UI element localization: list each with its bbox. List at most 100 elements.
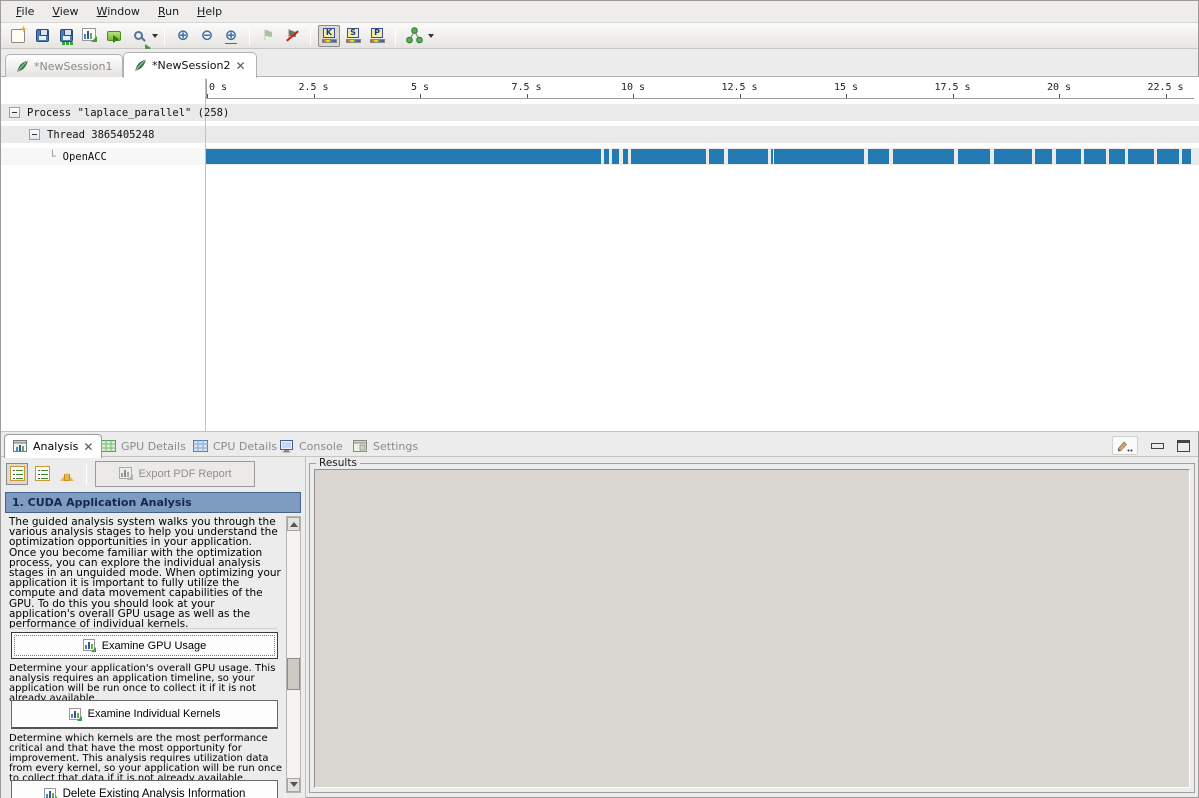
- menu-run[interactable]: Run: [149, 2, 188, 21]
- openacc-activity-segment[interactable]: [1056, 149, 1081, 164]
- save-all-button[interactable]: [55, 25, 77, 47]
- kernel-colormap-button[interactable]: K: [318, 25, 340, 47]
- session-tab-label: *NewSession1: [34, 60, 112, 73]
- ruler-tick-label: 5 s: [411, 82, 429, 93]
- tab-label: Console: [299, 440, 343, 453]
- export-pdf-button[interactable]: Export PDF Report: [95, 461, 255, 487]
- delete-analysis-label: Delete Existing Analysis Information: [63, 788, 246, 798]
- menu-file[interactable]: File: [7, 2, 43, 21]
- resume-button[interactable]: [103, 25, 125, 47]
- ruler-tick-mark: [1059, 94, 1060, 98]
- mark-timeline-button[interactable]: ⚑: [257, 25, 279, 47]
- save-icon: [36, 29, 49, 42]
- minimize-icon[interactable]: [1151, 443, 1164, 449]
- zoom-source-button[interactable]: [127, 25, 149, 47]
- unguided-analysis-button[interactable]: [31, 463, 53, 485]
- openacc-activity-segment[interactable]: [1109, 149, 1125, 164]
- collapse-icon[interactable]: [9, 107, 20, 118]
- openacc-activity-segment[interactable]: [1084, 149, 1106, 164]
- tree-label: Process "laplace_parallel" (258): [27, 107, 229, 119]
- openacc-activity-segment[interactable]: [1157, 149, 1179, 164]
- analysis-scrollbar[interactable]: [286, 516, 301, 793]
- openacc-activity-segment[interactable]: [623, 149, 628, 164]
- save-all-icon: [60, 29, 73, 42]
- export-pdf-label: Export PDF Report: [139, 468, 232, 480]
- back-up-button[interactable]: [56, 463, 78, 485]
- zoom-in-button[interactable]: ⊕: [172, 25, 194, 47]
- ruler-tick-mark: [846, 94, 847, 98]
- stream-colormap-icon: S: [345, 28, 362, 44]
- openacc-activity-segment[interactable]: [958, 149, 990, 164]
- openacc-activity-segment[interactable]: [1182, 149, 1191, 164]
- examine-gpu-usage-button[interactable]: Examine GPU Usage: [11, 632, 278, 659]
- openacc-activity-segment[interactable]: [709, 149, 724, 164]
- examine-kernels-button[interactable]: Examine Individual Kernels: [11, 700, 278, 729]
- view-menu-button[interactable]: [1112, 436, 1138, 455]
- tab-analysis[interactable]: Analysis ✕: [4, 434, 102, 458]
- ruler-tick-label: 10 s: [621, 82, 645, 93]
- scroll-up-button[interactable]: [287, 517, 300, 531]
- tab-cpu-details[interactable]: CPU Details: [185, 435, 285, 457]
- collapse-icon[interactable]: [29, 129, 40, 140]
- menu-view[interactable]: View: [43, 2, 87, 21]
- menu-bar: File View Window Run Help: [1, 1, 1198, 23]
- openacc-activity-segment[interactable]: [612, 149, 619, 164]
- chevron-down-icon[interactable]: [428, 34, 434, 41]
- ruler-tick-label: 20 s: [1047, 82, 1071, 93]
- scroll-down-button[interactable]: [287, 778, 300, 792]
- zoom-reset-icon: ⊕: [225, 28, 238, 44]
- close-icon[interactable]: ✕: [235, 60, 245, 72]
- session-tab-2[interactable]: *NewSession2 ✕: [123, 52, 257, 78]
- close-icon[interactable]: ✕: [83, 441, 93, 453]
- openacc-activity-segment[interactable]: [604, 149, 609, 164]
- openacc-activity-segment[interactable]: [1035, 149, 1052, 164]
- results-content-area: [314, 469, 1190, 788]
- openacc-activity-segment[interactable]: [774, 149, 864, 164]
- openacc-activity-segment[interactable]: [994, 149, 1032, 164]
- stream-colormap-button[interactable]: S: [342, 25, 364, 47]
- openacc-activity-segment[interactable]: [1128, 149, 1154, 164]
- generate-timeline-button[interactable]: [79, 25, 101, 47]
- maximize-icon[interactable]: [1177, 440, 1190, 452]
- chevron-down-icon[interactable]: [152, 34, 158, 41]
- cpu-details-icon: [193, 440, 208, 452]
- analysis-pane: Export PDF Report 1. CUDA Application An…: [1, 457, 306, 798]
- analysis-button[interactable]: [403, 25, 425, 47]
- tab-settings[interactable]: Settings: [345, 435, 426, 457]
- tree-row-thread[interactable]: Thread 3865405248: [1, 126, 205, 143]
- openacc-activity-segment[interactable]: [893, 149, 954, 164]
- process-row-band: [206, 104, 1199, 121]
- analysis-section-header: 1. CUDA Application Analysis: [5, 492, 301, 513]
- tab-label: Settings: [373, 440, 418, 453]
- timeline-editor: 0 s2.5 s5 s7.5 s10 s12.5 s15 s17.5 s20 s…: [1, 77, 1199, 431]
- zoom-out-button[interactable]: ⊖: [196, 25, 218, 47]
- openacc-activity-segment[interactable]: [868, 149, 889, 164]
- new-session-button[interactable]: [7, 25, 29, 47]
- openacc-activity-segment[interactable]: [206, 149, 601, 164]
- tab-gpu-details[interactable]: GPU Details: [93, 435, 194, 457]
- delete-analysis-button[interactable]: Delete Existing Analysis Information: [11, 780, 278, 798]
- save-button[interactable]: [31, 25, 53, 47]
- tree-row-process[interactable]: Process "laplace_parallel" (258): [1, 104, 205, 121]
- guided-analysis-button[interactable]: [6, 463, 28, 485]
- openacc-activity-segment[interactable]: [771, 149, 773, 164]
- menu-help[interactable]: Help: [188, 2, 231, 21]
- toolbar-separator: [164, 27, 165, 45]
- clear-marks-button[interactable]: ⚑: [281, 25, 303, 47]
- openacc-activity-segment[interactable]: [631, 149, 706, 164]
- session-tab-1[interactable]: *NewSession1: [5, 54, 123, 77]
- openacc-activity-segment[interactable]: [728, 149, 768, 164]
- scrollbar-thumb[interactable]: [287, 658, 300, 690]
- tab-console[interactable]: Console: [271, 435, 351, 457]
- menu-window[interactable]: Window: [88, 2, 149, 21]
- zoom-reset-button[interactable]: ⊕: [220, 25, 242, 47]
- ruler-tick-mark: [633, 94, 634, 98]
- tree-row-openacc[interactable]: └ OpenACC: [1, 148, 205, 165]
- pencil-icon: [1117, 440, 1133, 452]
- resume-icon: [107, 31, 121, 41]
- ruler-tick-mark: [527, 94, 528, 98]
- process-colormap-button[interactable]: P: [366, 25, 388, 47]
- ruler-tick-label: 15 s: [834, 82, 858, 93]
- unguided-list-icon: [35, 466, 50, 481]
- kernels-description: Determine which kernels are the most per…: [9, 734, 285, 784]
